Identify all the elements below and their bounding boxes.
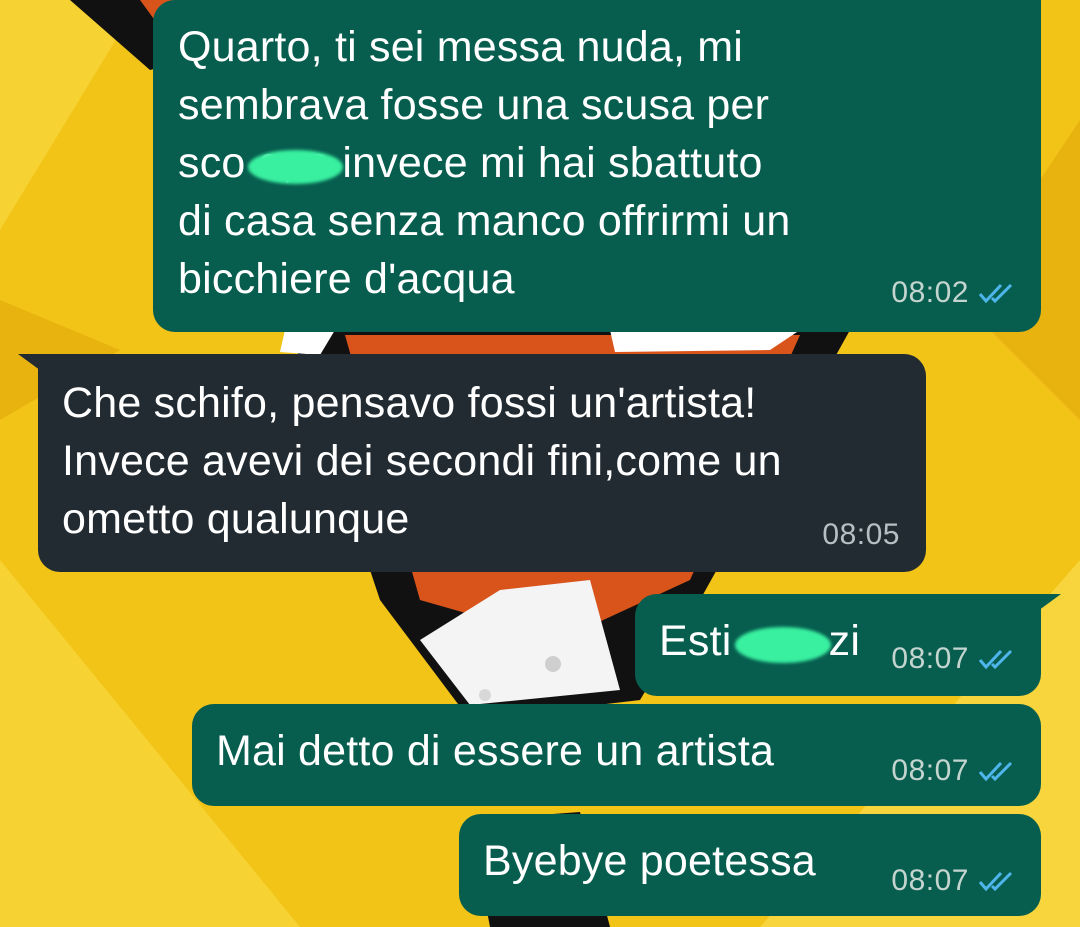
redaction-mark bbox=[735, 627, 831, 663]
message-bubble-outgoing[interactable]: Byebye poetessa 08:07 bbox=[459, 814, 1041, 916]
message-bubble-incoming[interactable]: Che schifo, pensavo fossi un'artista! In… bbox=[38, 354, 926, 572]
message-text: Mai detto di essere un artista bbox=[216, 727, 775, 775]
double-check-read-icon bbox=[978, 283, 1013, 304]
redaction-mark bbox=[248, 150, 343, 184]
message-meta: 08:07 bbox=[891, 642, 1019, 676]
message-time: 08:07 bbox=[891, 864, 969, 897]
message-meta: 08:02 bbox=[891, 276, 1019, 310]
message-time: 08:02 bbox=[891, 276, 969, 309]
message-time: 08:07 bbox=[891, 642, 969, 675]
message-time: 08:07 bbox=[891, 754, 969, 787]
message-meta: 08:07 bbox=[891, 864, 1019, 898]
message-text: Byebye poetessa bbox=[483, 837, 816, 885]
message-meta: 08:07 bbox=[891, 754, 1019, 788]
message-bubble-outgoing[interactable]: Quarto, ti sei messa nuda, mi sembrava f… bbox=[153, 0, 1041, 332]
message-text: Che schifo, pensavo fossi un'artista! In… bbox=[62, 379, 782, 543]
message-meta: 08:05 bbox=[822, 518, 900, 552]
message-bubble-outgoing[interactable]: Mai detto di essere un artista 08:07 bbox=[192, 704, 1041, 806]
message-bubble-outgoing[interactable]: Esti zi 08:07 bbox=[635, 594, 1041, 696]
double-check-read-icon bbox=[978, 649, 1013, 670]
double-check-read-icon bbox=[978, 871, 1013, 892]
double-check-read-icon bbox=[978, 761, 1013, 782]
message-time: 08:05 bbox=[822, 518, 900, 551]
